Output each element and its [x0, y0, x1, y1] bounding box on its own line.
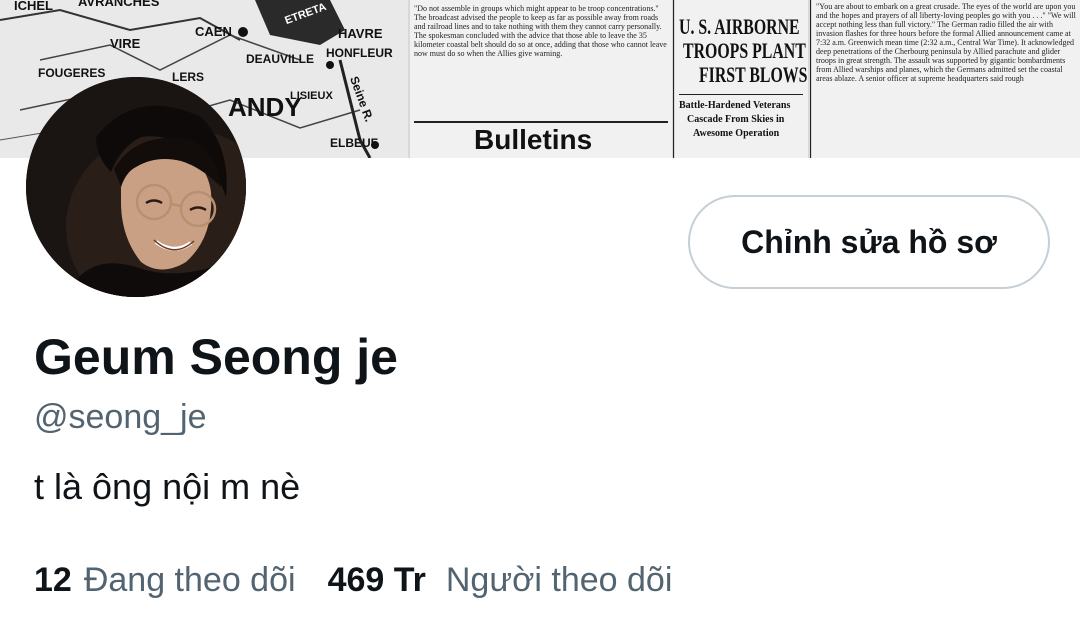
following-label: Đang theo dõi: [83, 561, 296, 599]
bulletins-heading: Bulletins: [474, 124, 593, 155]
subhead-line-1: Battle-Hardened Veterans: [679, 100, 791, 111]
headline-rule: [679, 94, 803, 95]
followers-link[interactable]: 469 Tr Người theo dõi: [328, 561, 673, 600]
map-label-havre: HAVRE: [338, 26, 383, 41]
avatar-portrait: [26, 77, 246, 297]
map-label-honfleur: HONFLEUR: [326, 46, 393, 60]
following-count: 12: [34, 561, 72, 599]
column-divider: [673, 0, 674, 158]
following-link[interactable]: 12 Đang theo dõi: [34, 561, 296, 600]
news-text-column-3: "You are about to embark on a great crus…: [816, 2, 1076, 83]
column-rule: [414, 121, 668, 123]
newspaper-column-1: "Do not assemble in groups which might a…: [410, 0, 672, 158]
subhead-line-2: Cascade From Skies in: [687, 114, 785, 125]
profile-bio: t là ông nội m nè: [34, 466, 301, 507]
map-label-caen: CAEN: [195, 24, 232, 39]
subhead-line-3: Awesome Operation: [693, 128, 780, 139]
newspaper-column-2: U. S. AIRBORNE TROOPS PLANT FIRST BLOWS …: [675, 0, 808, 158]
map-label-lers: LERS: [172, 70, 205, 84]
column-divider: [810, 0, 811, 158]
map-label-fougeres: FOUGERES: [38, 66, 106, 80]
followers-count: 469 Tr: [327, 561, 426, 599]
map-label-avranches: AVRANCHES: [78, 0, 160, 9]
map-label-deauville: DEAUVILLE: [246, 52, 315, 66]
followers-label: Người theo dõi: [445, 561, 673, 599]
headline-line-1: U. S. AIRBORNE: [679, 14, 800, 39]
map-label-elbeuf: ELBEUF: [330, 136, 378, 150]
avatar[interactable]: [26, 77, 246, 297]
display-name: Geum Seong je: [34, 329, 398, 385]
map-label-vire: VIRE: [110, 36, 141, 51]
edit-profile-button[interactable]: Chỉnh sửa hồ sơ: [688, 195, 1050, 289]
username-handle: @seong_je: [34, 398, 207, 436]
headline-line-3: FIRST BLOWS: [699, 62, 808, 87]
newspaper-column-3: "You are about to embark on a great crus…: [812, 0, 1080, 158]
avatar-photo: [26, 77, 246, 297]
map-label-michel: ICHEL: [14, 0, 53, 13]
news-text-column-1: "Do not assemble in groups which might a…: [414, 4, 667, 58]
follow-stats: 12 Đang theo dõi 469 Tr Người theo dõi: [34, 561, 672, 600]
map-label-lisieux: LISIEUX: [290, 90, 333, 102]
headline-line-2: TROOPS PLANT: [683, 38, 806, 63]
